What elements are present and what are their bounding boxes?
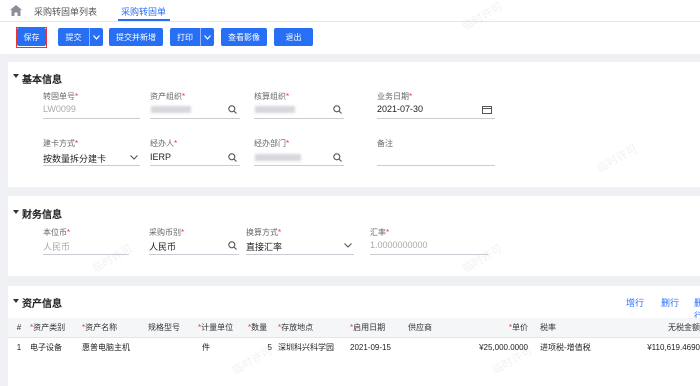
- print-button[interactable]: 打印: [170, 28, 214, 46]
- cell-tax-rate[interactable]: 进项税-增值税: [532, 337, 600, 357]
- cell-qty[interactable]: 5: [248, 337, 278, 357]
- asset-info-title: 资产信息: [22, 299, 62, 310]
- exit-button[interactable]: 退出: [274, 28, 313, 46]
- remark-field[interactable]: [377, 165, 495, 166]
- col-unit[interactable]: *计量单位: [198, 318, 248, 338]
- home-icon[interactable]: [10, 5, 22, 16]
- finance-info-card: 财务信息 本位币* 人民币 采购币别* 人民币 换算方式* 直接汇率 汇率* 1…: [8, 196, 700, 276]
- department-label: 经办部门*: [254, 139, 290, 148]
- cell-supplier[interactable]: [408, 337, 464, 357]
- submit-and-new-button[interactable]: 提交并新增: [109, 28, 163, 46]
- toolbar: 保存 提交 提交并新增 打印 查看影像 退出: [0, 22, 700, 54]
- col-supplier[interactable]: 供应商: [408, 318, 464, 338]
- purchase-currency-field[interactable]: 人民币: [149, 240, 176, 253]
- cell-start-date[interactable]: 2021-09-15: [350, 337, 408, 357]
- search-icon[interactable]: [228, 153, 237, 162]
- exit-label: 退出: [285, 32, 302, 42]
- col-price[interactable]: *单价: [464, 318, 532, 338]
- business-date-label: 业务日期*: [377, 92, 413, 101]
- underline: [377, 118, 495, 119]
- save-focus-outline: [16, 27, 47, 48]
- chevron-down-icon[interactable]: [200, 28, 214, 46]
- basic-info-title: 基本信息: [22, 75, 62, 86]
- add-row-link[interactable]: 增行: [626, 296, 644, 309]
- row-index: 1: [16, 342, 22, 352]
- underline: [370, 254, 488, 255]
- view-image-label: 查看影像: [228, 32, 260, 42]
- view-image-button[interactable]: 查看影像: [221, 28, 267, 46]
- col-spec[interactable]: 规格型号: [148, 318, 198, 338]
- underline: [150, 165, 240, 166]
- col-name[interactable]: *资产名称: [82, 318, 148, 338]
- asset-table: # *资产类别 *资产名称 规格型号 *计量单位 *数量 *存放地点 *启用日期…: [8, 318, 700, 357]
- table-header-row: # *资产类别 *资产名称 规格型号 *计量单位 *数量 *存放地点 *启用日期…: [8, 318, 700, 338]
- underline: [43, 254, 129, 255]
- col-tax-rate[interactable]: 税率: [532, 318, 600, 338]
- card-method-select[interactable]: 按数量拆分建卡: [43, 152, 106, 165]
- col-category[interactable]: *资产类别: [30, 318, 82, 338]
- collapse-caret-icon[interactable]: [13, 210, 19, 214]
- base-currency-field[interactable]: 人民币: [43, 240, 70, 253]
- asset-org-label: 资产组织*: [150, 92, 186, 101]
- redacted-value: [151, 106, 191, 113]
- exchange-method-select[interactable]: 直接汇率: [246, 240, 282, 253]
- rate-field[interactable]: 1.0000000000: [370, 240, 428, 250]
- underline: [43, 118, 140, 119]
- cell-category[interactable]: 电子设备: [30, 337, 82, 357]
- underline: [246, 254, 354, 255]
- redacted-value: [255, 154, 301, 161]
- accounting-org-label: 核算组织*: [254, 92, 290, 101]
- search-icon[interactable]: [333, 153, 342, 162]
- print-label: 打印: [177, 32, 193, 42]
- tab-purchase-list[interactable]: 采购转固单列表: [34, 5, 97, 18]
- underline: [149, 254, 239, 255]
- col-start-date[interactable]: *启用日期: [350, 318, 408, 338]
- rate-label: 汇率*: [370, 228, 390, 237]
- cell-location[interactable]: 深圳科兴科学园: [278, 337, 350, 357]
- search-icon[interactable]: [333, 105, 342, 114]
- cell-spec[interactable]: [148, 337, 198, 357]
- search-icon[interactable]: [228, 105, 237, 114]
- finance-info-title: 财务信息: [22, 210, 62, 221]
- col-location[interactable]: *存放地点: [278, 318, 350, 338]
- collapse-caret-icon[interactable]: [13, 74, 19, 78]
- conversion-no-label: 转固单号*: [43, 92, 79, 101]
- exchange-method-label: 换算方式*: [246, 228, 282, 237]
- col-index: #: [8, 318, 30, 338]
- submit-new-label: 提交并新增: [116, 32, 156, 42]
- col-amount[interactable]: 无税金额: [600, 318, 700, 338]
- delete-row-link[interactable]: 删行: [661, 296, 679, 309]
- calendar-icon[interactable]: [482, 105, 492, 114]
- cell-price[interactable]: ¥25,000.0000: [464, 337, 532, 357]
- top-nav: 采购转固单列表 采购转固单: [0, 0, 700, 22]
- collapse-caret-icon[interactable]: [13, 299, 19, 303]
- basic-info-card: 基本信息 转固单号* LW0099 资产组织* 核算组织* 业务日期* 2021…: [8, 62, 700, 187]
- cell-name[interactable]: 惠普电脑主机: [82, 337, 148, 357]
- col-qty[interactable]: *数量: [248, 318, 278, 338]
- active-tab-indicator: [118, 19, 170, 21]
- underline: [254, 118, 344, 119]
- redacted-value: [255, 106, 295, 113]
- submit-button[interactable]: 提交: [58, 28, 103, 46]
- underline: [254, 165, 344, 166]
- search-icon[interactable]: [228, 241, 237, 250]
- purchase-currency-label: 采购币别*: [149, 228, 185, 237]
- base-currency-label: 本位币*: [43, 228, 71, 237]
- cell-unit[interactable]: 件: [198, 337, 248, 357]
- chevron-down-icon[interactable]: [344, 243, 352, 248]
- handler-field[interactable]: IERP: [150, 152, 171, 162]
- chevron-down-icon[interactable]: [89, 28, 103, 46]
- card-method-label: 建卡方式*: [43, 139, 79, 148]
- tab-purchase-conversion[interactable]: 采购转固单: [121, 5, 166, 18]
- conversion-no-field[interactable]: LW0099: [43, 104, 76, 114]
- remark-label: 备注: [377, 139, 393, 148]
- cell-amount[interactable]: ¥110,619.4690: [600, 337, 700, 357]
- business-date-field[interactable]: 2021-07-30: [377, 104, 423, 114]
- chevron-down-icon[interactable]: [130, 155, 138, 160]
- table-row[interactable]: 1 电子设备 惠普电脑主机 件 5 深圳科兴科学园 2021-09-15 ¥25…: [8, 337, 700, 357]
- underline: [43, 165, 140, 166]
- submit-label: 提交: [65, 32, 82, 42]
- underline: [150, 118, 240, 119]
- handler-label: 经办人*: [150, 139, 178, 148]
